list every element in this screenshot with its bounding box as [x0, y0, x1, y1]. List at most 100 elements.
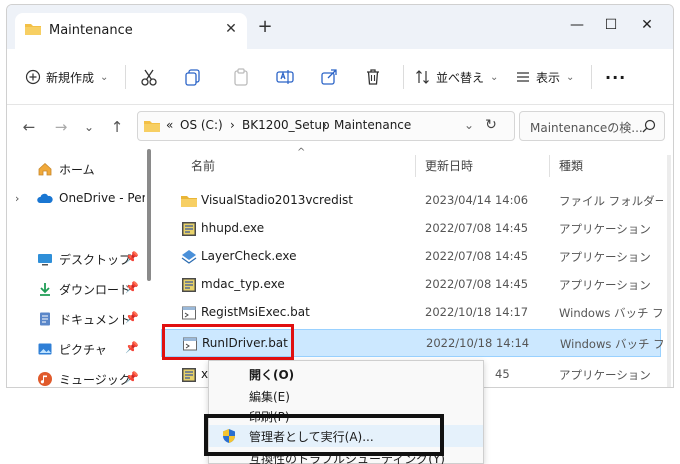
batch-file-icon	[182, 306, 196, 320]
annotation-black-highlight	[204, 414, 444, 456]
paste-icon	[234, 68, 248, 86]
command-bar: 新規作成 ⌄ 並べ替え ⌄ 表示 ⌄ ···	[7, 49, 673, 105]
sidebar-item-pictures[interactable]: ピクチャ 📌	[7, 337, 143, 363]
menu-item-edit[interactable]: 編集(E)	[209, 385, 483, 407]
share-icon[interactable]	[319, 67, 339, 87]
close-window-button[interactable]: ✕	[637, 15, 657, 35]
cut-icon[interactable]	[139, 67, 159, 87]
sort-ascending-icon: ^	[297, 147, 306, 158]
folder-icon	[181, 196, 197, 207]
tab-close-icon[interactable]: ✕	[223, 21, 239, 37]
new-button[interactable]: 新規作成 ⌄	[25, 67, 108, 87]
sidebar-item-downloads[interactable]: ダウンロード 📌	[7, 277, 143, 303]
search-input[interactable]: Maintenanceの検...	[519, 111, 665, 141]
search-icon	[642, 119, 656, 133]
address-dropdown-icon[interactable]: ⌄	[464, 118, 474, 132]
sidebar-item-music[interactable]: ミュージック 📌	[7, 367, 143, 387]
file-type: アプリケーション	[559, 278, 651, 292]
menu-item-label: 編集(E)	[249, 390, 290, 404]
file-type: アプリケーション	[559, 368, 651, 382]
column-header-name[interactable]: 名前	[191, 157, 215, 174]
file-row[interactable]: VisualStadio2013vcredist 2023/04/14 14:0…	[161, 187, 663, 215]
new-tab-button[interactable]: +	[257, 18, 273, 36]
refresh-icon[interactable]: ↻	[481, 117, 501, 137]
back-icon[interactable]: ←	[21, 119, 37, 135]
column-header-type[interactable]: 種類	[559, 157, 583, 174]
pictures-icon	[38, 343, 52, 355]
file-name: RegistMsiExec.bat	[201, 305, 310, 319]
column-divider[interactable]	[415, 155, 416, 177]
menu-item-open[interactable]: 開く(O)	[209, 363, 483, 385]
chevron-right-icon[interactable]: ›	[15, 192, 19, 205]
file-type: アプリケーション	[559, 250, 651, 264]
copy-icon[interactable]	[183, 67, 203, 87]
column-header-date[interactable]: 更新日時	[425, 157, 473, 174]
pin-icon: 📌	[125, 281, 139, 294]
pin-icon: 📌	[125, 311, 139, 324]
file-row[interactable]: RegistMsiExec.bat 2022/10/18 14:17 Windo…	[161, 299, 663, 327]
sidebar-item-onedrive[interactable]: › OneDrive - Pers	[7, 187, 145, 213]
navigation-pane: ホーム › OneDrive - Pers デスクトップ 📌 ダウンロード 📌 …	[7, 149, 157, 387]
address-row: ← → ⌄ ↑ « OS (C:) › BK1200_Setup › Maint…	[7, 105, 673, 149]
breadcrumb-overflow[interactable]: «	[166, 118, 173, 132]
pin-icon: 📌	[125, 341, 139, 354]
file-type: Windows バッチ ファ...	[559, 306, 663, 320]
pin-icon: 📌	[125, 371, 139, 384]
file-type: Windows バッチ ファ...	[560, 337, 664, 351]
view-button[interactable]: 表示 ⌄	[515, 67, 574, 87]
forward-icon[interactable]: →	[53, 119, 69, 135]
breadcrumb-drive[interactable]: OS (C:)	[180, 118, 223, 132]
breadcrumb-maintenance[interactable]: Maintenance	[334, 118, 411, 132]
address-bar[interactable]: « OS (C:) › BK1200_Setup › Maintenance ⌄	[137, 111, 515, 141]
recent-locations-icon[interactable]: ⌄	[81, 119, 97, 135]
file-name: mdac_typ.exe	[201, 277, 285, 291]
menu-item-label: 開く(O)	[249, 368, 295, 382]
rename-icon[interactable]	[275, 67, 295, 87]
sort-icon	[416, 70, 429, 84]
toolbar-divider	[403, 65, 404, 89]
document-icon	[40, 312, 50, 326]
file-date: 2022/07/08 14:45	[425, 277, 529, 291]
download-icon	[40, 283, 50, 296]
sidebar-item-label: OneDrive - Pers	[59, 191, 145, 205]
column-divider[interactable]	[549, 155, 550, 177]
sort-label: 並べ替え	[436, 70, 485, 85]
new-label: 新規作成	[46, 70, 95, 85]
file-date: 2022/07/08 14:45	[425, 221, 529, 235]
sidebar-item-documents[interactable]: ドキュメント 📌	[7, 307, 143, 333]
file-date: 2022/07/08 14:45	[425, 249, 529, 263]
add-circle-icon	[25, 69, 41, 85]
tab-maintenance[interactable]: Maintenance ✕	[15, 13, 247, 49]
layercheck-icon	[181, 250, 197, 264]
delete-icon[interactable]	[363, 67, 383, 87]
more-options-icon[interactable]: ···	[605, 67, 626, 87]
exe-icon	[182, 222, 196, 236]
view-label: 表示	[536, 70, 561, 85]
file-type: アプリケーション	[559, 222, 651, 236]
file-list-scrollbar[interactable]	[667, 155, 671, 387]
music-icon	[38, 372, 52, 386]
maximize-button[interactable]: ☐	[601, 15, 621, 35]
toolbar-divider	[591, 65, 592, 89]
navigation-scrollbar[interactable]	[147, 149, 151, 281]
pin-icon: 📌	[125, 251, 139, 264]
up-icon[interactable]: ↑	[109, 119, 125, 135]
breadcrumb-separator[interactable]: ›	[322, 118, 327, 132]
tab-title: Maintenance	[49, 23, 133, 38]
breadcrumb-setup[interactable]: BK1200_Setup	[242, 118, 330, 132]
file-row[interactable]: hhupd.exe 2022/07/08 14:45 アプリケーション	[161, 215, 661, 243]
file-date: 2022/10/18 14:17	[425, 305, 529, 319]
file-row[interactable]: mdac_typ.exe 2022/07/08 14:45 アプリケーション	[161, 271, 661, 299]
title-bar: Maintenance ✕ + — ☐ ✕	[7, 5, 673, 49]
file-name: LayerCheck.exe	[201, 249, 297, 263]
sidebar-item-home[interactable]: ホーム	[7, 157, 143, 183]
breadcrumb-separator[interactable]: ›	[230, 118, 235, 132]
minimize-button[interactable]: —	[567, 15, 587, 35]
sort-button[interactable]: 並べ替え ⌄	[415, 67, 498, 87]
chevron-down-icon: ⌄	[490, 71, 499, 83]
exe-icon	[182, 278, 196, 292]
file-row[interactable]: LayerCheck.exe 2022/07/08 14:45 アプリケーション	[161, 243, 661, 271]
file-name: hhupd.exe	[201, 221, 265, 235]
sidebar-item-desktop[interactable]: デスクトップ 📌	[7, 247, 143, 273]
folder-icon	[25, 24, 41, 35]
